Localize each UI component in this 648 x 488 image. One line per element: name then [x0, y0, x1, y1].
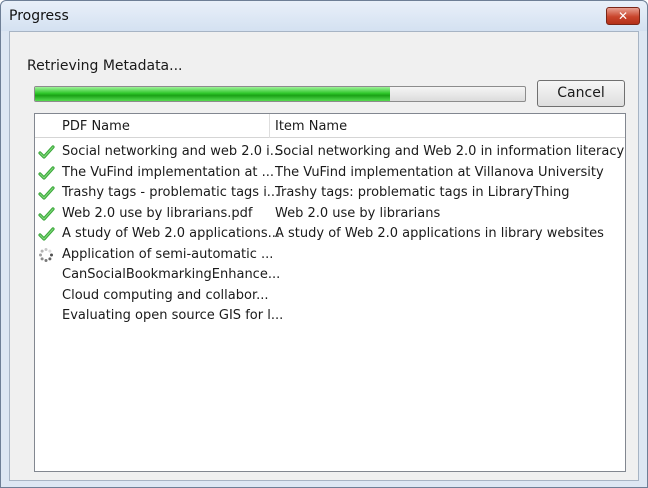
cancel-button[interactable]: Cancel: [537, 80, 625, 107]
item-name-cell: Trashy tags: problematic tags in Library…: [275, 185, 570, 200]
pdf-name-cell: The VuFind implementation at ...: [62, 164, 275, 180]
pdf-name-cell: Web 2.0 use by librarians.pdf: [62, 205, 253, 221]
column-separator[interactable]: [269, 114, 270, 138]
list-item[interactable]: Cloud computing and collabor...: [35, 286, 625, 307]
checkmark-icon: [38, 206, 55, 222]
checkmark-icon: [38, 185, 55, 201]
list-header: PDF Name Item Name: [35, 114, 625, 138]
title-bar[interactable]: Progress ✕: [1, 1, 647, 31]
status-text: Retrieving Metadata...: [27, 58, 183, 74]
list-item[interactable]: Application of semi-automatic ...: [35, 245, 625, 266]
file-list[interactable]: PDF Name Item Name Social networking and…: [34, 113, 626, 472]
item-name-cell: A study of Web 2.0 applications in libra…: [275, 226, 604, 241]
list-item[interactable]: Social networking and web 2.0 i... Social…: [35, 142, 625, 163]
checkmark-icon: [38, 165, 55, 181]
pdf-name-cell: Social networking and web 2.0 i...: [62, 144, 283, 159]
pdf-name-cell: Application of semi-automatic ...: [62, 246, 274, 262]
item-name-cell: Social networking and Web 2.0 in informa…: [275, 144, 625, 159]
checkmark-icon: [38, 144, 55, 160]
list-item[interactable]: Evaluating open source GIS for l...: [35, 306, 625, 327]
list-item[interactable]: The VuFind implementation at ... The VuFi…: [35, 163, 625, 184]
close-button[interactable]: ✕: [606, 7, 640, 25]
list-item[interactable]: A study of Web 2.0 applications... A stud…: [35, 224, 625, 245]
progress-bar-fill: [35, 87, 391, 101]
progress-bar: [34, 86, 526, 102]
list-item[interactable]: CanSocialBookmarkingEnhance...: [35, 265, 625, 286]
close-icon: ✕: [617, 9, 629, 23]
column-header-item-name[interactable]: Item Name: [275, 119, 347, 134]
pdf-name-cell: A study of Web 2.0 applications...: [62, 226, 281, 241]
checkmark-icon: [38, 226, 55, 242]
pdf-name-cell: Cloud computing and collabor...: [62, 287, 269, 303]
pdf-name-cell: Trashy tags - problematic tags i...: [62, 185, 280, 200]
list-rows: Social networking and web 2.0 i... Social…: [35, 142, 625, 327]
pdf-name-cell: Evaluating open source GIS for l...: [62, 308, 284, 323]
list-item[interactable]: Trashy tags - problematic tags i... Trash…: [35, 183, 625, 204]
pdf-name-cell: CanSocialBookmarkingEnhance...: [62, 267, 281, 282]
loading-spinner-icon: [38, 247, 55, 263]
window-title: Progress: [9, 8, 69, 24]
item-name-cell: The VuFind implementation at Villanova U…: [275, 164, 604, 180]
list-item[interactable]: Web 2.0 use by librarians.pdf Web 2.0 use…: [35, 204, 625, 225]
item-name-cell: Web 2.0 use by librarians: [275, 205, 441, 221]
column-header-pdf-name[interactable]: PDF Name: [62, 119, 130, 134]
